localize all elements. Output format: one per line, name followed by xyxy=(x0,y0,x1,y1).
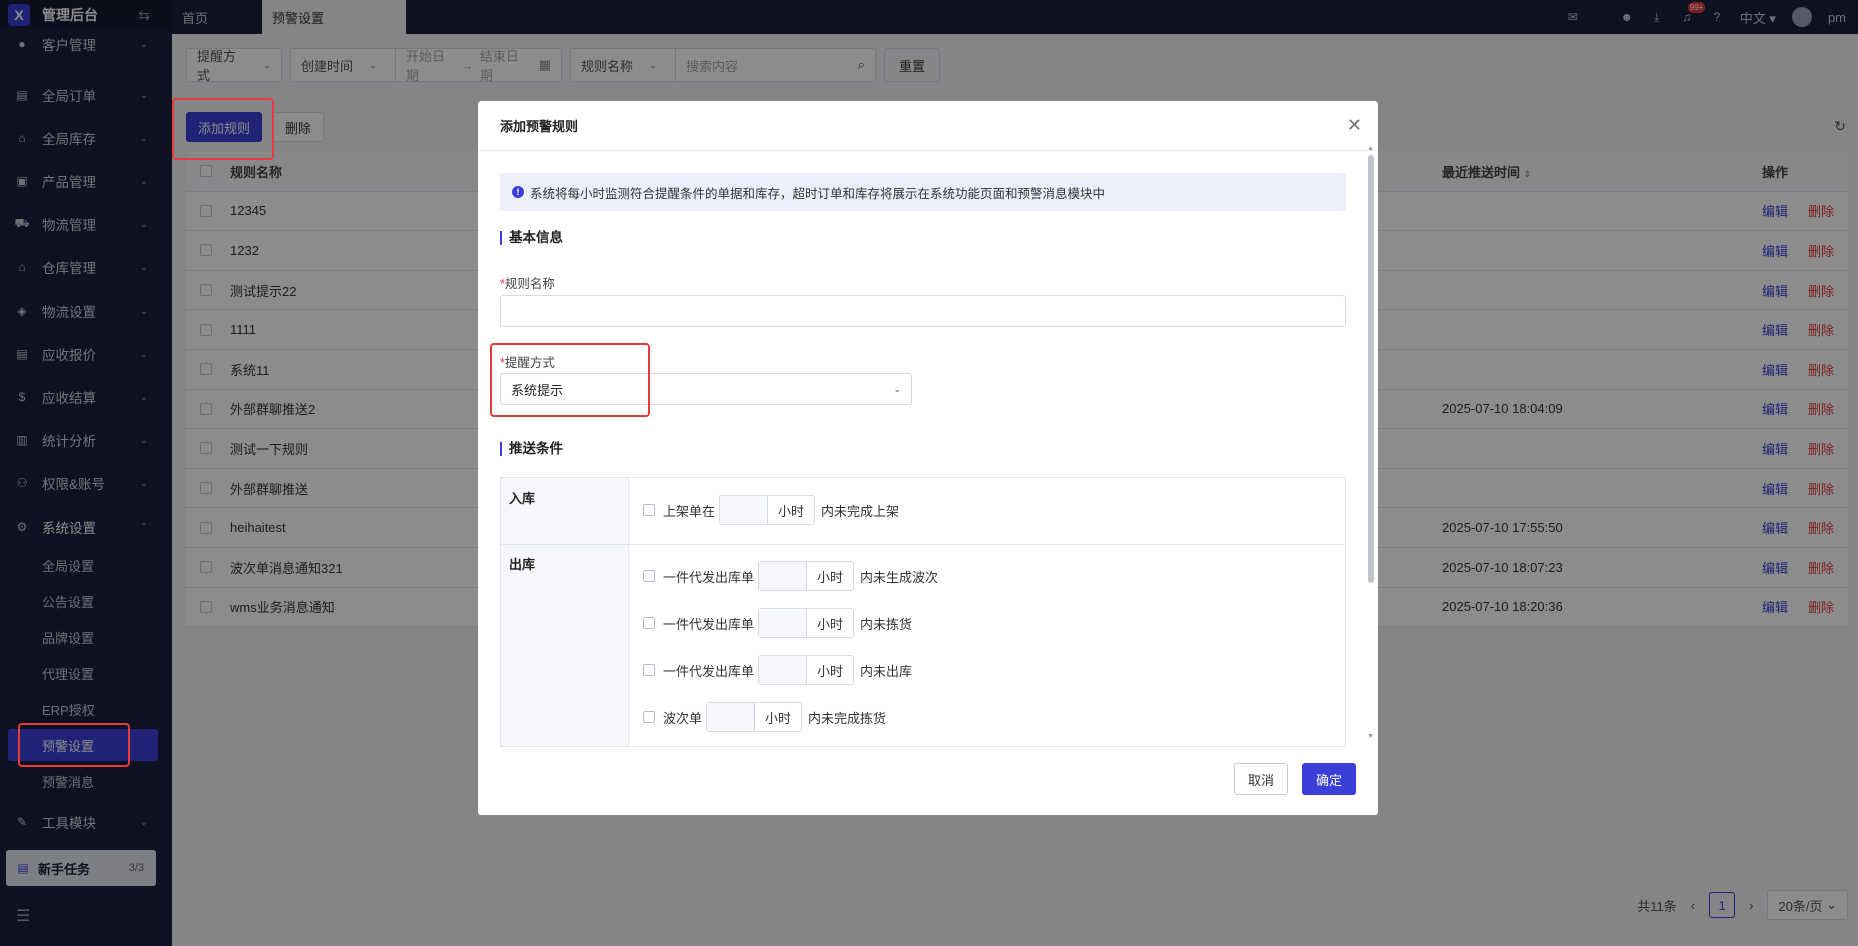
highlight-remind-method xyxy=(490,343,650,417)
condition-checkbox[interactable] xyxy=(643,664,655,676)
hours-value[interactable] xyxy=(759,609,808,637)
outbound-condition-row: 一件代发出库单 小时 内未生成波次 xyxy=(643,561,938,591)
outbound-label: 出库 xyxy=(509,557,536,572)
confirm-button[interactable]: 确定 xyxy=(1302,763,1356,795)
condition-prefix: 一件代发出库单 xyxy=(663,569,755,585)
dialog-scrollbar[interactable] xyxy=(1368,155,1374,583)
hours-input[interactable]: 小时 xyxy=(706,702,803,732)
inbound-condition-row: 上架单在 小时 内未完成上架 xyxy=(643,495,899,525)
cancel-button[interactable]: 取消 xyxy=(1234,763,1288,795)
outbound-condition-row: 一件代发出库单 小时 内未拣货 xyxy=(643,608,912,638)
add-rule-dialog: 添加预警规则 ✕ ! 系统将每小时监测符合提醒条件的单据和库存，超时订单和库存将… xyxy=(478,101,1378,815)
outbound-condition-row: 波次单 小时 内未完成拣货 xyxy=(643,702,886,732)
hours-value[interactable] xyxy=(759,562,808,590)
close-icon[interactable]: ✕ xyxy=(1347,115,1362,136)
notice-text: 系统将每小时监测符合提醒条件的单据和库存，超时订单和库存将展示在系统功能页面和预… xyxy=(530,186,1106,201)
rule-name-label: *规则名称 xyxy=(500,277,555,291)
dialog-title: 添加预警规则 xyxy=(478,101,1378,151)
rule-name-input[interactable] xyxy=(500,295,1346,327)
scroll-up-icon[interactable]: ▲ xyxy=(1367,145,1374,152)
condition-checkbox[interactable] xyxy=(643,617,655,629)
hours-unit: 小时 xyxy=(817,569,844,585)
condition-checkbox[interactable] xyxy=(643,711,655,723)
condition-prefix: 一件代发出库单 xyxy=(663,616,755,632)
section-push-title: 推送条件 xyxy=(500,442,563,456)
hours-value[interactable] xyxy=(707,703,756,731)
hours-input[interactable]: 小时 xyxy=(758,608,855,638)
hours-unit: 小时 xyxy=(765,710,792,726)
scroll-down-icon[interactable]: ▼ xyxy=(1367,733,1374,740)
condition-category-column xyxy=(501,478,629,746)
highlight-sidebar-alert xyxy=(18,723,130,767)
info-notice: ! 系统将每小时监测符合提醒条件的单据和库存，超时订单和库存将展示在系统功能页面… xyxy=(500,173,1346,211)
condition-checkbox[interactable] xyxy=(643,570,655,582)
hours-input[interactable]: 小时 xyxy=(758,655,855,685)
inbound-label: 入库 xyxy=(509,491,536,506)
condition-suffix: 内未完成拣货 xyxy=(808,710,887,726)
condition-checkbox[interactable] xyxy=(643,504,655,516)
hours-unit: 小时 xyxy=(817,663,844,679)
info-icon: ! xyxy=(512,186,524,198)
condition-prefix: 波次单 xyxy=(663,710,703,726)
section-basic-title: 基本信息 xyxy=(500,231,563,245)
hours-unit: 小时 xyxy=(817,616,844,632)
outbound-condition-row: 一件代发出库单 小时 内未出库 xyxy=(643,655,912,685)
rule-name-label-text: 规则名称 xyxy=(504,277,555,291)
hours-unit: 小时 xyxy=(778,503,805,519)
hours-input[interactable]: 小时 xyxy=(758,561,855,591)
condition-prefix: 上架单在 xyxy=(663,503,716,519)
hours-value[interactable] xyxy=(759,656,808,684)
push-conditions-table: 入库 出库 上架单在 小时 内未完成上架 一件代发出库单 小时 内未生成波次 一… xyxy=(500,477,1346,747)
hours-value[interactable] xyxy=(720,496,769,524)
condition-divider xyxy=(501,544,1345,545)
highlight-add-rule xyxy=(172,98,274,160)
condition-suffix: 内未完成上架 xyxy=(821,503,900,519)
hours-input[interactable]: 小时 xyxy=(719,495,816,525)
condition-suffix: 内未生成波次 xyxy=(860,569,939,585)
condition-suffix: 内未出库 xyxy=(860,663,913,679)
condition-prefix: 一件代发出库单 xyxy=(663,663,755,679)
chevron-down-icon: ⌄ xyxy=(893,383,901,394)
condition-suffix: 内未拣货 xyxy=(860,616,913,632)
